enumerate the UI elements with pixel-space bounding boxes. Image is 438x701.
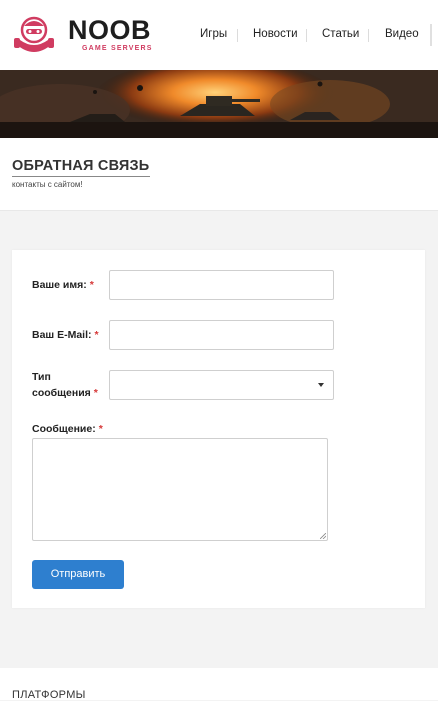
required-mark: * bbox=[98, 423, 103, 435]
feedback-form: Ваше имя: * Ваш E-Mail: * Тип сообщения * С… bbox=[12, 250, 425, 608]
name-label: Ваше имя: * bbox=[32, 279, 94, 291]
logo-wordmark: NOOB bbox=[68, 15, 151, 45]
nav-divider bbox=[306, 29, 307, 42]
email-field[interactable] bbox=[109, 320, 334, 350]
page-header: ОБРАТНАЯ СВЯЗЬ контакты с сайтом! bbox=[0, 138, 438, 211]
required-mark: * bbox=[94, 329, 99, 341]
email-label: Ваш E-Mail: * bbox=[32, 329, 99, 341]
logo-tagline: GAME SERVERS bbox=[82, 45, 153, 52]
footer-platforms-title: ПЛАТФОРМЫ bbox=[12, 689, 86, 701]
footer-section: ПЛАТФОРМЫ bbox=[0, 668, 438, 701]
nav-item-news[interactable]: Новости bbox=[253, 28, 298, 40]
site-logo[interactable]: NOOB GAME SERVERS bbox=[12, 14, 172, 56]
battle-scene-image bbox=[0, 70, 438, 138]
message-type-label: Тип сообщения * bbox=[32, 371, 98, 399]
nav-divider bbox=[430, 24, 432, 46]
nav-item-video[interactable]: Видео bbox=[385, 28, 419, 40]
resize-handle-icon[interactable] bbox=[320, 533, 326, 539]
page-title: ОБРАТНАЯ СВЯЗЬ bbox=[12, 158, 150, 174]
required-mark: * bbox=[89, 279, 94, 291]
nav-divider bbox=[368, 29, 369, 42]
message-label: Сообщение: * bbox=[32, 423, 103, 435]
nav-item-games[interactable]: Игры bbox=[200, 28, 227, 40]
message-type-select[interactable] bbox=[109, 370, 334, 400]
nav-divider bbox=[237, 29, 238, 42]
name-field[interactable] bbox=[109, 270, 334, 300]
submit-button[interactable]: Отправить bbox=[32, 560, 124, 589]
title-underline bbox=[12, 176, 150, 177]
site-header: NOOB GAME SERVERS Игры Новости Статьи Ви… bbox=[0, 0, 438, 71]
required-mark: * bbox=[93, 387, 98, 399]
chevron-down-icon bbox=[318, 383, 324, 387]
hero-banner bbox=[0, 70, 438, 138]
page-subtitle: контакты с сайтом! bbox=[12, 180, 83, 189]
noob-mascot-icon bbox=[14, 16, 54, 52]
message-textarea[interactable] bbox=[32, 438, 328, 541]
nav-item-articles[interactable]: Статьи bbox=[322, 28, 359, 40]
